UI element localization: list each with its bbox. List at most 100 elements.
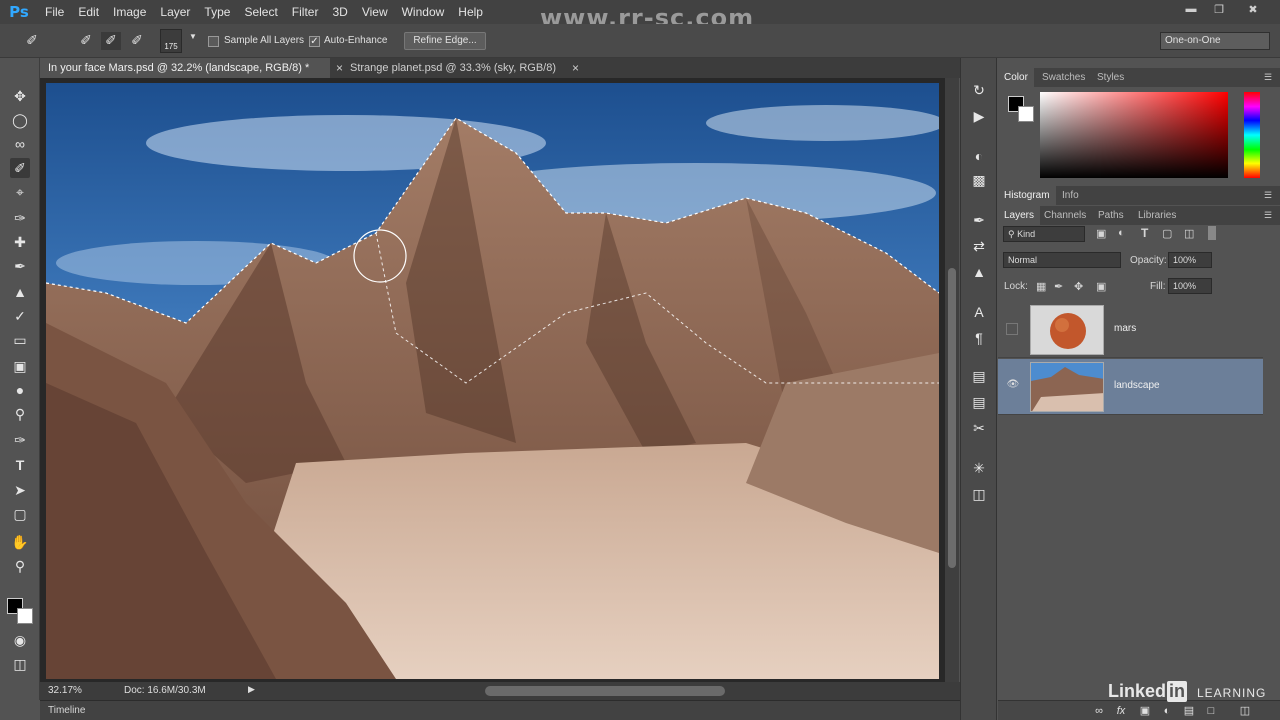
- fill-input[interactable]: 100%: [1168, 278, 1212, 294]
- new-group-icon[interactable]: ▤: [1182, 704, 1196, 718]
- minimize-icon[interactable]: ▬: [1182, 3, 1200, 17]
- screen-mode-icon[interactable]: ◫: [10, 654, 30, 674]
- add-mask-icon[interactable]: ▣: [1138, 704, 1152, 718]
- lock-all-icon[interactable]: ▣: [1096, 280, 1106, 293]
- clone-stamp-tool-icon[interactable]: ▲: [10, 282, 30, 302]
- hand-tool-icon[interactable]: ✋: [10, 532, 30, 552]
- vertical-scrollbar[interactable]: [945, 78, 959, 682]
- auto-enhance-checkbox[interactable]: ✓: [309, 36, 320, 47]
- menu-type[interactable]: Type: [197, 0, 237, 24]
- brush-tool-icon[interactable]: ✒: [10, 256, 30, 276]
- clone-source-icon[interactable]: ▲: [969, 262, 989, 282]
- opacity-input[interactable]: 100%: [1168, 252, 1212, 268]
- tab-info[interactable]: Info: [1056, 186, 1085, 205]
- workspace-select[interactable]: One-on-One: [1160, 32, 1270, 50]
- character-icon[interactable]: A: [969, 302, 989, 322]
- menu-filter[interactable]: Filter: [285, 0, 326, 24]
- menu-image[interactable]: Image: [106, 0, 153, 24]
- marquee-tool-icon[interactable]: ◯: [10, 110, 30, 130]
- zoom-tool-icon[interactable]: ⚲: [10, 556, 30, 576]
- crop-tool-icon[interactable]: ⌖: [10, 182, 30, 202]
- tab-paths[interactable]: Paths: [1092, 206, 1130, 225]
- menu-layer[interactable]: Layer: [153, 0, 197, 24]
- brush-presets-icon[interactable]: ⇄: [969, 236, 989, 256]
- menu-select[interactable]: Select: [237, 0, 284, 24]
- subtract-from-selection-icon[interactable]: ✐: [127, 32, 147, 50]
- menu-file[interactable]: File: [38, 0, 71, 24]
- lock-pixels-icon[interactable]: ✒: [1054, 280, 1063, 293]
- hue-slider[interactable]: [1244, 92, 1260, 178]
- chevron-down-icon[interactable]: ▼: [183, 32, 203, 50]
- brush-size-picker[interactable]: 175: [160, 29, 182, 53]
- new-layer-icon[interactable]: □: [1204, 704, 1218, 718]
- tool-presets-icon[interactable]: ✂: [969, 418, 989, 438]
- new-selection-brush-icon[interactable]: ✐: [76, 32, 96, 50]
- zoom-level[interactable]: 32.17%: [48, 685, 82, 696]
- quick-selection-preset-icon[interactable]: ✐: [22, 32, 42, 50]
- brushes-icon[interactable]: ✒: [969, 210, 989, 230]
- link-layers-icon[interactable]: ∞: [1092, 704, 1106, 718]
- lock-position-icon[interactable]: ✥: [1074, 280, 1083, 293]
- background-color-swatch[interactable]: [17, 608, 33, 624]
- menu-view[interactable]: View: [355, 0, 395, 24]
- layer-row-landscape[interactable]: 👁 landscape: [998, 359, 1263, 415]
- styles-icon[interactable]: ▩: [969, 170, 989, 190]
- dodge-tool-icon[interactable]: ⚲: [10, 404, 30, 424]
- fx-icon[interactable]: fx: [1114, 704, 1128, 718]
- timeline-icon[interactable]: ✳: [969, 458, 989, 478]
- pixel-filter-icon[interactable]: ▣: [1096, 227, 1106, 240]
- quick-selection-tool-icon[interactable]: ✐: [10, 158, 30, 178]
- tab-channels[interactable]: Channels: [1038, 206, 1092, 225]
- close-icon[interactable]: ✖: [1244, 3, 1262, 17]
- layer-filter-kind[interactable]: ⚲ Kind: [1003, 226, 1085, 242]
- eraser-tool-icon[interactable]: ▭: [10, 330, 30, 350]
- adjustment-layer-icon[interactable]: ◐: [1160, 704, 1174, 718]
- visibility-toggle[interactable]: [1006, 323, 1018, 335]
- type-tool-icon[interactable]: T: [10, 455, 30, 475]
- menu-help[interactable]: Help: [451, 0, 490, 24]
- adjustments-icon[interactable]: ◐: [969, 146, 989, 166]
- tab-mars-document[interactable]: In your face Mars.psd @ 32.2% (landscape…: [40, 58, 330, 78]
- smart-object-filter-icon[interactable]: ◫: [1184, 227, 1194, 240]
- panel-menu-icon[interactable]: ☰: [1264, 72, 1274, 82]
- lasso-tool-icon[interactable]: ∞: [10, 134, 30, 154]
- gradient-tool-icon[interactable]: ▣: [10, 356, 30, 376]
- move-tool-icon[interactable]: ✥: [10, 86, 30, 106]
- layer-name[interactable]: mars: [1114, 323, 1136, 334]
- pen-tool-icon[interactable]: ✑: [10, 430, 30, 450]
- doc-size[interactable]: Doc: 16.6M/30.3M: [124, 685, 206, 696]
- layer-comps-icon[interactable]: ◫: [969, 484, 989, 504]
- path-selection-tool-icon[interactable]: ➤: [10, 480, 30, 500]
- tab-color[interactable]: Color: [998, 68, 1034, 87]
- refine-edge-button[interactable]: Refine Edge...: [404, 32, 486, 50]
- shape-filter-icon[interactable]: ▢: [1162, 227, 1172, 240]
- actions-play-icon[interactable]: ▶: [969, 106, 989, 126]
- sample-all-layers-checkbox[interactable]: [208, 36, 219, 47]
- color-background-swatch[interactable]: [1018, 106, 1034, 122]
- blur-tool-icon[interactable]: ●: [10, 380, 30, 400]
- paragraph-icon[interactable]: ¶: [969, 328, 989, 348]
- tab-swatches[interactable]: Swatches: [1036, 68, 1091, 87]
- healing-brush-tool-icon[interactable]: ✚: [10, 232, 30, 252]
- properties-icon[interactable]: ▤: [969, 366, 989, 386]
- tab-strange-planet[interactable]: Strange planet.psd @ 33.3% (sky, RGB/8): [342, 58, 582, 78]
- play-icon[interactable]: ▶: [248, 684, 255, 695]
- close-tab-icon[interactable]: ×: [572, 58, 579, 78]
- adjustment-filter-icon[interactable]: ◐: [1118, 227, 1125, 239]
- tab-styles[interactable]: Styles: [1091, 68, 1130, 87]
- blend-mode-select[interactable]: Normal: [1003, 252, 1121, 268]
- tab-histogram[interactable]: Histogram: [998, 186, 1056, 205]
- add-to-selection-icon[interactable]: ✐: [101, 32, 121, 50]
- panel-menu-icon[interactable]: ☰: [1264, 190, 1274, 200]
- eye-icon[interactable]: 👁: [1006, 379, 1020, 393]
- document-canvas[interactable]: [46, 83, 939, 679]
- rectangle-tool-icon[interactable]: ▢: [10, 504, 30, 524]
- scrollbar-thumb[interactable]: [948, 268, 956, 568]
- notes-icon[interactable]: ▤: [969, 392, 989, 412]
- timeline-tab[interactable]: Timeline: [48, 705, 85, 716]
- filter-toggle[interactable]: [1208, 226, 1216, 240]
- type-filter-icon[interactable]: T: [1141, 226, 1148, 240]
- eyedropper-tool-icon[interactable]: ✑: [10, 208, 30, 228]
- menu-edit[interactable]: Edit: [71, 0, 106, 24]
- horizontal-scrollbar-thumb[interactable]: [485, 686, 725, 696]
